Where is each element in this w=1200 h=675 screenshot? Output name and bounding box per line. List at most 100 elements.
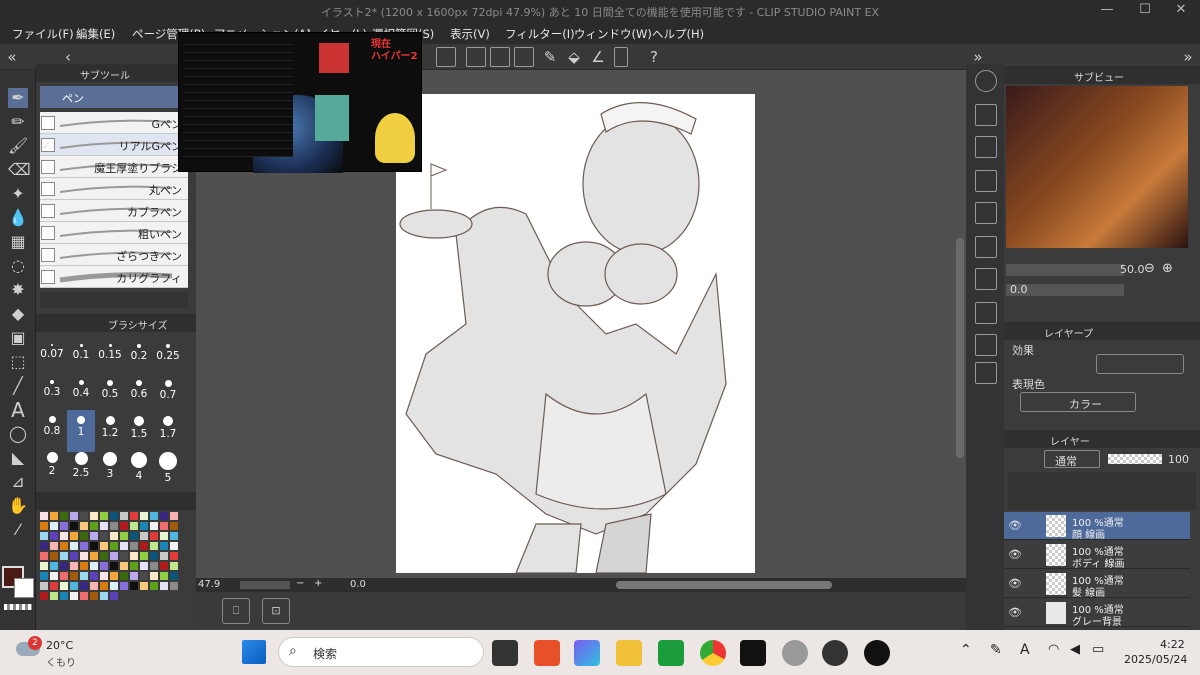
opacity-slider[interactable] — [1108, 454, 1162, 464]
brush-item[interactable]: ✓ リアルGペン — [40, 134, 188, 156]
palette-swatch[interactable] — [50, 572, 58, 580]
palette-swatch[interactable] — [110, 572, 118, 580]
transparent-color-icon[interactable] — [4, 604, 32, 610]
palette-swatch[interactable] — [160, 532, 168, 540]
palette-swatch[interactable] — [90, 532, 98, 540]
zoom-in-nav-icon[interactable]: ⊕ — [1162, 261, 1173, 276]
palette-swatch[interactable] — [140, 532, 148, 540]
palette-swatch[interactable] — [100, 582, 108, 590]
brave-browser-icon[interactable] — [534, 640, 560, 666]
visibility-eye-icon[interactable]: 👁 — [1008, 606, 1022, 619]
pen-tool-icon[interactable]: ✒ — [8, 88, 28, 108]
palette-swatch[interactable] — [40, 592, 48, 600]
layer-toolbar[interactable] — [1008, 472, 1196, 510]
brush-checkbox[interactable] — [41, 160, 55, 174]
brush-checkbox[interactable] — [41, 116, 55, 130]
clock-date[interactable]: 2025/05/24 — [1124, 653, 1187, 666]
palette-swatch[interactable] — [150, 532, 158, 540]
palette-swatch[interactable] — [120, 542, 128, 550]
palette-swatch[interactable] — [160, 552, 168, 560]
layer-property-tab[interactable]: レイヤープ — [1044, 325, 1093, 340]
palette-swatch[interactable] — [160, 572, 168, 580]
palette-swatch[interactable] — [100, 562, 108, 570]
brush-item[interactable]: 丸ペン — [40, 178, 188, 200]
layer-tab[interactable]: レイヤー — [1050, 433, 1090, 448]
palette-swatch[interactable] — [40, 542, 48, 550]
palette-swatch[interactable] — [130, 542, 138, 550]
menu-help[interactable]: ヘルプ(H) — [652, 26, 704, 42]
menu-edit[interactable]: 編集(E) — [76, 26, 115, 42]
smoothing-icon[interactable]: ∠ — [588, 47, 608, 67]
folder-icon[interactable] — [975, 170, 997, 192]
palette-swatch[interactable] — [70, 522, 78, 530]
navigator-zoom-value[interactable]: 50.0 — [1120, 263, 1145, 276]
brush-checkbox[interactable] — [41, 182, 55, 196]
brush-size-cell[interactable]: 2.5 — [67, 446, 95, 488]
preview-icon[interactable]: ⊡ — [262, 598, 290, 624]
balloon-tool-icon[interactable]: ◯ — [8, 424, 28, 444]
palette-swatch[interactable] — [40, 582, 48, 590]
palette-swatch[interactable] — [170, 582, 178, 590]
palette-swatch[interactable] — [120, 562, 128, 570]
palette-swatch[interactable] — [130, 522, 138, 530]
palette-swatch[interactable] — [110, 512, 118, 520]
palette-swatch[interactable] — [140, 582, 148, 590]
frame-tool-icon[interactable]: ◣ — [8, 448, 28, 468]
palette-swatch[interactable] — [170, 512, 178, 520]
tray-chevron-icon[interactable]: ⌃ — [960, 642, 972, 658]
palette-swatch[interactable] — [40, 512, 48, 520]
palette-swatch[interactable] — [170, 532, 178, 540]
zoom-out-nav-icon[interactable]: ⊖ — [1144, 261, 1155, 276]
ruler-tool-icon[interactable]: ⊿ — [8, 472, 28, 492]
brush-checkbox[interactable] — [41, 226, 55, 240]
layer-row[interactable]: 👁 100 %通常 ボディ 線画 — [1004, 541, 1190, 570]
canvas-paper[interactable] — [396, 94, 755, 574]
palette-swatch[interactable] — [90, 542, 98, 550]
wifi-icon[interactable]: ◠ — [1048, 642, 1059, 657]
palette-swatch[interactable] — [130, 552, 138, 560]
crop-icon[interactable] — [490, 47, 510, 67]
navigator-zoom-slider[interactable] — [1006, 264, 1124, 276]
palette-swatch[interactable] — [110, 532, 118, 540]
lasso-tool-icon[interactable]: ◌ — [8, 256, 28, 276]
text-tool-icon[interactable]: A — [8, 400, 28, 420]
sub-color-swatch[interactable] — [14, 578, 34, 598]
palette-swatch[interactable] — [140, 562, 148, 570]
pencil-tool-icon[interactable]: ✏ — [8, 112, 28, 132]
fill-tool-icon[interactable]: ◆ — [8, 304, 28, 324]
palette-swatch[interactable] — [90, 512, 98, 520]
brush-size-cell[interactable]: 4 — [125, 446, 153, 488]
color-mode-dropdown[interactable]: カラー — [1020, 392, 1136, 412]
palette-swatch[interactable] — [150, 512, 158, 520]
palette-swatch[interactable] — [150, 542, 158, 550]
brush-checkbox[interactable] — [41, 248, 55, 262]
palette-swatch[interactable] — [130, 532, 138, 540]
palette-swatch[interactable] — [110, 542, 118, 550]
palette-swatch[interactable] — [70, 562, 78, 570]
palette-swatch[interactable] — [150, 572, 158, 580]
palette-swatch[interactable] — [140, 552, 148, 560]
palette-swatch[interactable] — [70, 582, 78, 590]
palette-swatch[interactable] — [60, 592, 68, 600]
brush-item[interactable]: 魔王厚塗りブラシ — [40, 156, 188, 178]
palette-swatch[interactable] — [160, 582, 168, 590]
help-icon[interactable]: ? — [644, 47, 664, 67]
palette-swatch[interactable] — [100, 522, 108, 530]
transform-icon[interactable] — [436, 47, 456, 67]
palette-swatch[interactable] — [60, 542, 68, 550]
palette-swatch[interactable] — [40, 572, 48, 580]
palette-swatch[interactable] — [170, 522, 178, 530]
palette-swatch[interactable] — [110, 552, 118, 560]
palette-swatch[interactable] — [130, 562, 138, 570]
palette-swatch[interactable] — [60, 552, 68, 560]
opacity-value[interactable]: 100 — [1168, 453, 1189, 466]
palette-swatch[interactable] — [110, 582, 118, 590]
palette-swatch[interactable] — [100, 512, 108, 520]
palette-swatch[interactable] — [140, 542, 148, 550]
palette-swatch[interactable] — [60, 522, 68, 530]
gradient-tool-icon[interactable]: ▣ — [8, 328, 28, 348]
palette-swatch[interactable] — [40, 552, 48, 560]
palette-swatch[interactable] — [150, 522, 158, 530]
zoom-in-icon[interactable]: + — [314, 578, 322, 589]
palette-swatch[interactable] — [160, 512, 168, 520]
